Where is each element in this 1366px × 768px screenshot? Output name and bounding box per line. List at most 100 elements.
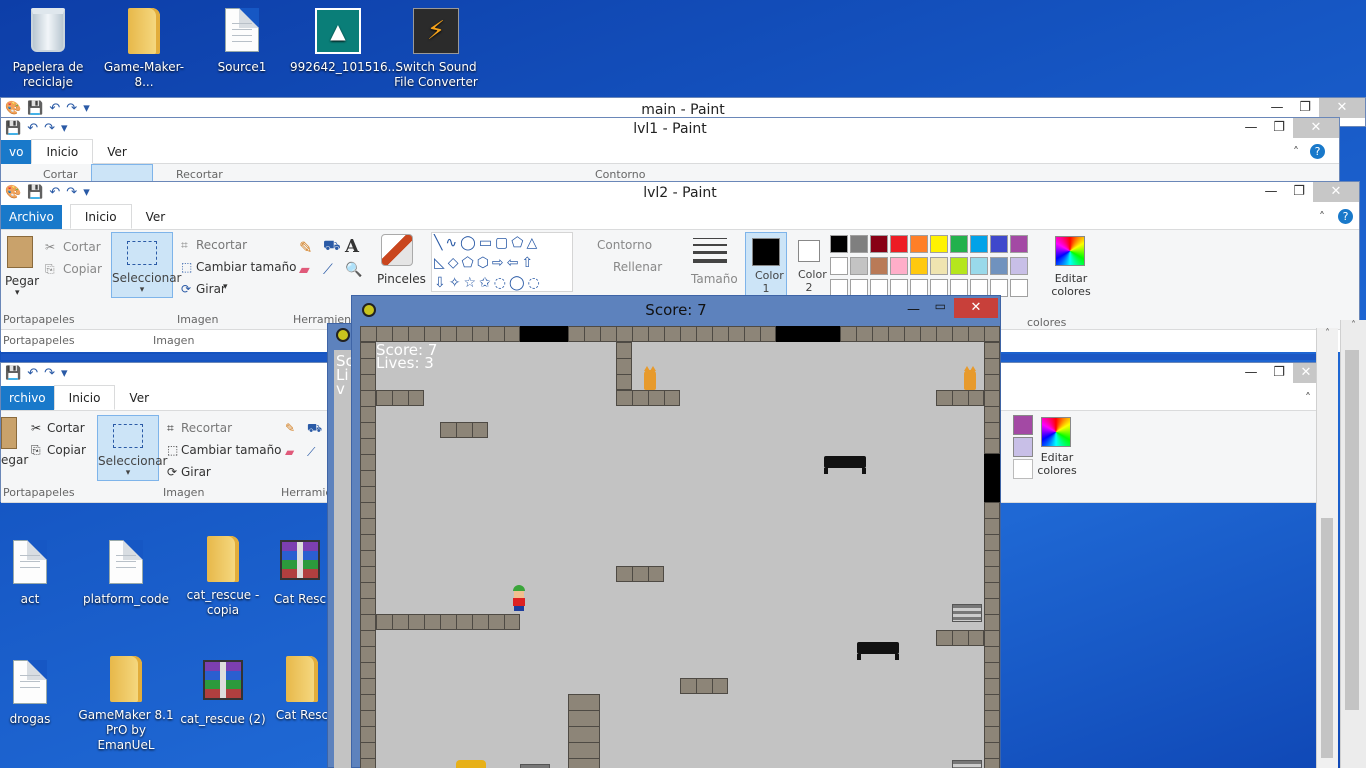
collapse-ribbon-icon[interactable]: ˄ xyxy=(1319,210,1325,224)
desktop-icon-platform-code[interactable]: platform_code xyxy=(78,540,174,607)
scroll-thumb[interactable] xyxy=(1321,518,1333,758)
size-icon[interactable] xyxy=(693,238,727,263)
magnifier-icon[interactable]: 🔍 xyxy=(345,262,362,278)
palette-swatch[interactable] xyxy=(830,257,848,275)
copy-icon[interactable]: ⎘ xyxy=(45,262,55,277)
minimize-button[interactable]: — xyxy=(1263,98,1291,118)
edit-colors-icon[interactable] xyxy=(1041,417,1071,447)
scroll-up-icon[interactable]: ˄ xyxy=(1341,320,1366,331)
tab-file[interactable]: rchivo xyxy=(1,385,54,410)
palette-swatch[interactable] xyxy=(1013,437,1033,457)
copy-icon[interactable]: ⎘ xyxy=(31,443,41,458)
palette-swatch[interactable] xyxy=(870,257,888,275)
redo-icon[interactable]: ↷ xyxy=(44,363,55,385)
tab-view[interactable]: Ver xyxy=(93,140,141,164)
close-button[interactable]: ✕ xyxy=(1313,182,1359,202)
color-picker-icon[interactable]: ⟋ xyxy=(307,445,315,460)
paste-label[interactable]: egar xyxy=(1,453,28,467)
fill-icon[interactable]: ⛟ xyxy=(323,238,341,256)
desktop-icon-gamemaker-pro[interactable]: GameMaker 8.1 PrO by EmanUeL xyxy=(78,656,174,753)
eraser-icon[interactable]: ▰ xyxy=(285,445,294,459)
redo-icon[interactable]: ↷ xyxy=(66,182,77,204)
palette-swatch[interactable] xyxy=(890,235,908,253)
collapse-ribbon-icon[interactable]: ˄ xyxy=(1305,391,1311,405)
game-canvas[interactable]: Score: 7 Lives: 3 xyxy=(360,326,1000,768)
color-picker-icon[interactable]: ⟋ xyxy=(323,262,333,278)
outline-button[interactable]: Contorno xyxy=(595,168,645,181)
undo-icon[interactable]: ↶ xyxy=(27,118,38,140)
cut-button[interactable]: Cortar xyxy=(63,240,101,254)
customize-qat-icon[interactable]: ▾ xyxy=(61,363,68,385)
size-button[interactable]: Tamaño xyxy=(691,272,738,286)
desktop-icon-cat-rescue-folder[interactable]: Cat Resc xyxy=(270,656,334,723)
close-button[interactable]: ✕ xyxy=(954,298,998,318)
cut-button[interactable]: Cortar xyxy=(43,168,78,181)
palette-swatch[interactable] xyxy=(1013,415,1033,435)
desktop-icon-recycle-bin[interactable]: Papelera de reciclaje xyxy=(0,8,96,90)
paste-icon[interactable] xyxy=(7,236,33,268)
palette-swatch[interactable] xyxy=(910,257,928,275)
maximize-button[interactable]: ❐ xyxy=(1265,363,1293,383)
palette-swatch[interactable] xyxy=(1013,459,1033,479)
redo-icon[interactable]: ↷ xyxy=(44,118,55,140)
palette-swatch-empty[interactable] xyxy=(1010,279,1028,297)
fill-icon[interactable]: ⛟ xyxy=(307,421,322,437)
scroll-thumb[interactable] xyxy=(1345,350,1359,710)
maximize-button[interactable]: ❐ xyxy=(1265,118,1293,138)
help-icon[interactable]: ? xyxy=(1310,144,1325,159)
desktop-icon-cat-rescue-archive[interactable]: Cat Resc xyxy=(265,536,335,607)
close-button[interactable]: ✕ xyxy=(1319,98,1365,118)
save-icon[interactable]: 💾 xyxy=(5,363,21,385)
customize-qat-icon[interactable]: ▾ xyxy=(83,182,90,204)
palette-swatch[interactable] xyxy=(850,257,868,275)
minimize-button[interactable]: — xyxy=(907,296,920,324)
pencil-icon[interactable]: ✎ xyxy=(299,238,312,257)
desktop-icon-drogas[interactable]: drogas xyxy=(0,660,78,727)
palette-swatch[interactable] xyxy=(830,235,848,253)
desktop-icon-game-maker-folder[interactable]: Game-Maker-8... xyxy=(96,8,192,90)
tab-view[interactable]: Ver xyxy=(132,205,180,229)
game-window[interactable]: Score: 7 — ▭ ✕ Score: 7 Lives: 3 xyxy=(351,295,1001,768)
eraser-icon[interactable]: ▰ xyxy=(299,262,310,278)
rotate-icon[interactable]: ⟳ xyxy=(167,465,177,479)
paste-icon[interactable] xyxy=(1,417,17,449)
paste-button[interactable]: Pegar xyxy=(5,274,39,288)
resize-button[interactable]: Cambiar tamaño xyxy=(181,443,282,457)
tab-file[interactable]: Archivo xyxy=(1,204,62,229)
maximize-button[interactable]: ❐ xyxy=(1285,182,1313,202)
brushes-icon[interactable] xyxy=(381,234,413,266)
crop-button[interactable]: Recortar xyxy=(196,238,247,252)
fill-button[interactable]: Rellenar xyxy=(613,260,662,274)
palette-swatch[interactable] xyxy=(930,257,948,275)
palette-swatch[interactable] xyxy=(930,235,948,253)
resize-button[interactable]: Cambiar tamaño xyxy=(196,260,297,274)
save-icon[interactable]: 💾 xyxy=(27,182,43,204)
maximize-button[interactable]: ▭ xyxy=(935,292,946,320)
select-button[interactable]: Seleccionar ▾ xyxy=(97,415,167,481)
resize-icon[interactable]: ⬚ xyxy=(181,260,192,274)
desktop-icon-act[interactable]: act xyxy=(0,540,78,607)
scroll-up-icon[interactable]: ˄ xyxy=(1317,328,1338,339)
palette-swatch[interactable] xyxy=(970,257,988,275)
palette-swatch[interactable] xyxy=(1010,235,1028,253)
color2-button[interactable]: Color 2 xyxy=(791,232,827,296)
minimize-button[interactable]: — xyxy=(1257,182,1285,202)
palette-swatch[interactable] xyxy=(1010,257,1028,275)
undo-icon[interactable]: ↶ xyxy=(27,363,38,385)
tab-home[interactable]: Inicio xyxy=(69,204,132,229)
desktop-icon-cat-rescue-copia[interactable]: cat_rescue - copia xyxy=(175,536,271,618)
rotate-icon[interactable]: ⟳ xyxy=(181,282,191,296)
crop-icon[interactable]: ⌗ xyxy=(181,238,188,253)
collapse-ribbon-icon[interactable]: ˄ xyxy=(1293,145,1299,159)
palette-swatch[interactable] xyxy=(870,235,888,253)
minimize-button[interactable]: — xyxy=(1237,363,1265,383)
close-button[interactable]: ✕ xyxy=(1293,118,1339,138)
desktop-icon-switch-converter[interactable]: ⚡ Switch Sound File Converter xyxy=(388,8,484,90)
palette-swatch[interactable] xyxy=(890,257,908,275)
palette-swatch[interactable] xyxy=(990,235,1008,253)
copy-button[interactable]: Copiar xyxy=(63,262,102,276)
copy-button[interactable]: Copiar xyxy=(47,443,86,457)
palette-swatch[interactable] xyxy=(990,257,1008,275)
palette-swatch[interactable] xyxy=(950,257,968,275)
customize-qat-icon[interactable]: ▾ xyxy=(61,118,68,140)
